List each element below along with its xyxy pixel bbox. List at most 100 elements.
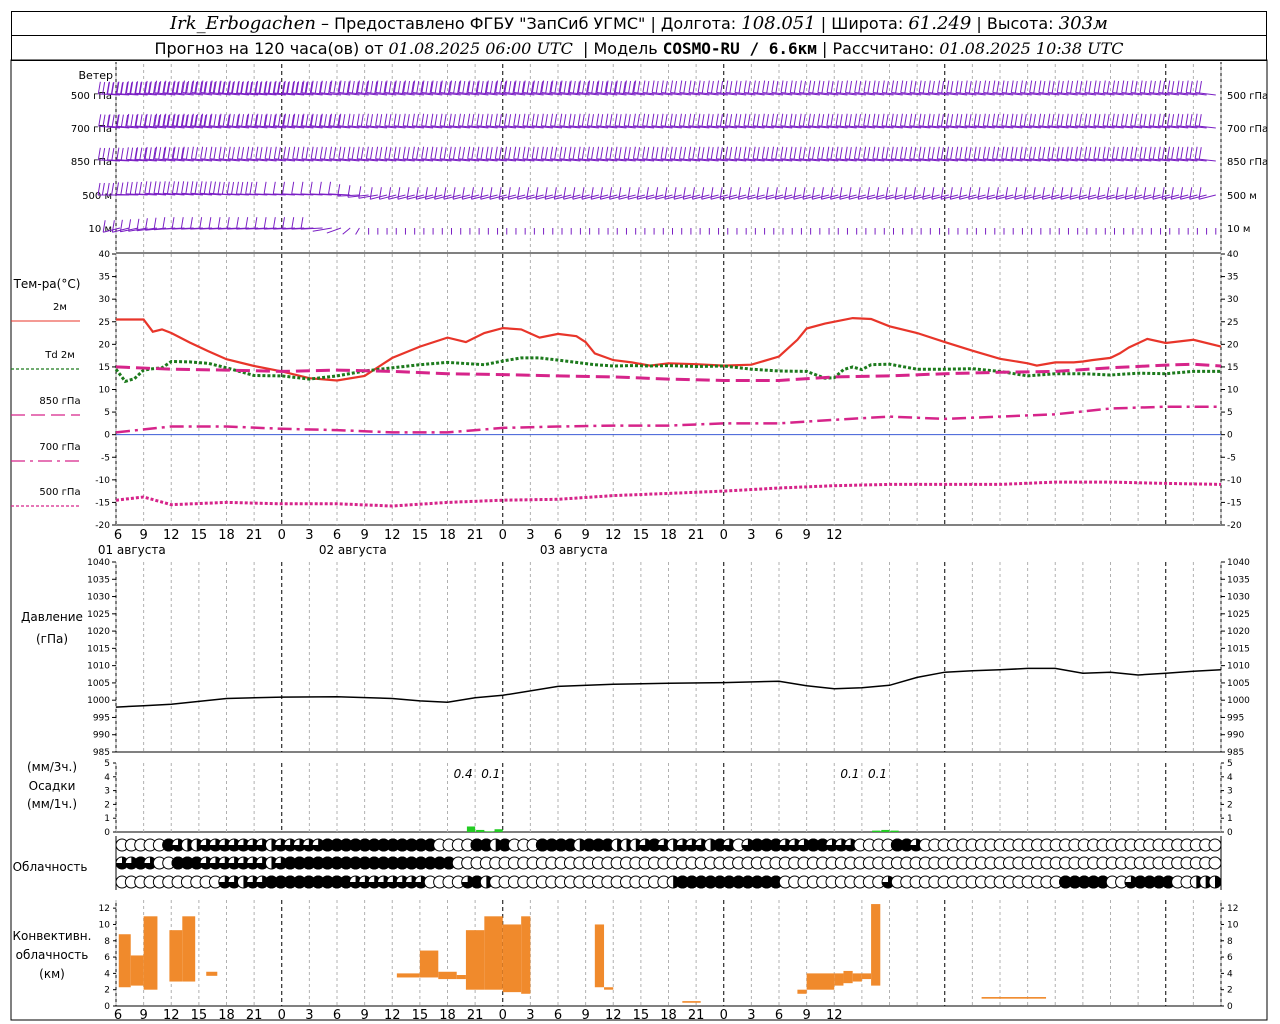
wind-barb-staff bbox=[913, 194, 931, 200]
wind-barb-feather bbox=[885, 80, 889, 94]
wind-barb-feather bbox=[292, 146, 296, 159]
wind-barb-feather bbox=[1194, 113, 1198, 126]
wind-barb-feather bbox=[190, 146, 194, 159]
wind-barb-feather bbox=[922, 80, 926, 94]
wind-barb-feather bbox=[618, 147, 622, 160]
x-hour-label-bottom: 18 bbox=[218, 1008, 235, 1023]
wind-barb bbox=[1194, 113, 1216, 129]
wind-barb-feather bbox=[402, 113, 406, 126]
wind-barb-feather bbox=[771, 80, 775, 93]
wind-barb-staff bbox=[802, 194, 820, 200]
x-hour-label-bottom: 21 bbox=[688, 1008, 705, 1023]
wind-barb-feather bbox=[489, 114, 493, 127]
wind-barb-staff bbox=[848, 194, 866, 200]
wind-barb-feather bbox=[375, 146, 379, 159]
wind-barb-feather bbox=[839, 114, 843, 127]
wind-barb-staff bbox=[563, 194, 581, 200]
wind-barb-feather bbox=[471, 80, 475, 94]
wind-barb-feather bbox=[968, 147, 972, 160]
wind-barb-feather bbox=[706, 80, 710, 93]
wind-barb-feather bbox=[734, 146, 738, 159]
wind-barb-feather bbox=[775, 114, 779, 127]
wind-barb-feather bbox=[1143, 147, 1147, 160]
x-hour-label-bottom: 3 bbox=[526, 1008, 534, 1023]
wind-barb-feather bbox=[167, 147, 171, 160]
wind-barb-feather bbox=[1152, 187, 1156, 200]
wind-barb-feather bbox=[1005, 80, 1009, 94]
wind-barb-feather bbox=[554, 80, 558, 94]
wind-barb-feather bbox=[618, 80, 622, 94]
wind-barb-staff bbox=[1051, 194, 1069, 200]
x-hour-label: 21 bbox=[688, 528, 705, 543]
wind-barb-feather bbox=[853, 146, 857, 159]
wind-barb-feather bbox=[581, 187, 585, 200]
wind-barb-feather bbox=[820, 187, 824, 200]
wind-barb-feather bbox=[881, 146, 885, 159]
wind-barb-feather bbox=[1180, 114, 1184, 127]
wind-barb-feather bbox=[817, 80, 821, 93]
wind-barb-feather bbox=[535, 80, 539, 94]
wind-barb-feather bbox=[508, 80, 512, 94]
wind-barb-feather bbox=[365, 113, 369, 126]
wind-barb-staff bbox=[1042, 194, 1060, 200]
wind-barb-feather bbox=[771, 146, 775, 159]
wind-barb-feather bbox=[937, 80, 941, 93]
wind-barb-feather bbox=[761, 113, 765, 126]
wind-barb-feather bbox=[471, 114, 475, 127]
wind-barb-feather bbox=[226, 217, 230, 230]
wind-barb-feather bbox=[1161, 187, 1165, 200]
wind-barb-feather bbox=[185, 181, 189, 194]
wind-barb-feather bbox=[416, 147, 420, 160]
wind-barb-feather bbox=[416, 80, 420, 94]
wind-barb-feather bbox=[513, 146, 517, 159]
wind-barb-feather bbox=[360, 147, 364, 160]
wind-barb-feather bbox=[125, 147, 129, 160]
wind-barb-feather bbox=[747, 187, 751, 200]
wind-barb-feather bbox=[922, 187, 926, 200]
wind-barb-feather bbox=[263, 217, 267, 230]
wind-barb-feather bbox=[240, 182, 244, 195]
x-hour-label: 18 bbox=[218, 528, 235, 543]
x-hour-label: 6 bbox=[114, 528, 122, 543]
wind-barb-staff bbox=[388, 194, 406, 200]
conv-tick-label-left: 6 bbox=[104, 953, 110, 963]
date-label: 01 августа bbox=[98, 543, 166, 557]
wind-barb-feather bbox=[683, 114, 687, 127]
wind-barb-feather bbox=[1033, 147, 1036, 160]
wind-barb-feather bbox=[1019, 113, 1023, 126]
temp-tick-label-right: 25 bbox=[1227, 318, 1238, 328]
precip-tick-label-right: 2 bbox=[1227, 800, 1233, 810]
wind-barb-feather bbox=[1152, 114, 1156, 127]
wind-barb-feather bbox=[913, 147, 917, 160]
wind-barb-feather bbox=[959, 187, 963, 200]
wind-barb-feather bbox=[1111, 146, 1115, 159]
wind-barb-feather bbox=[872, 113, 876, 126]
wind-barb-feather bbox=[627, 147, 631, 160]
wind-barb-feather bbox=[835, 146, 839, 159]
wind-barb-feather bbox=[291, 181, 295, 194]
wind-barb-feather bbox=[499, 80, 503, 94]
wind-barb-feather bbox=[1047, 113, 1051, 126]
x-hour-label-bottom: 9 bbox=[139, 1008, 147, 1023]
wind-barb-feather bbox=[480, 114, 484, 127]
wind-barb-feather bbox=[743, 80, 747, 93]
conv-tick-label-left: 8 bbox=[104, 937, 110, 947]
conv-tick-label-left: 10 bbox=[99, 920, 111, 930]
wind-barb-staff bbox=[664, 194, 682, 200]
wind-barb-feather bbox=[894, 187, 898, 200]
wind-barb-feather bbox=[287, 114, 291, 127]
wind-barb-staff bbox=[701, 194, 719, 200]
wind-barb-feather bbox=[111, 220, 115, 233]
wind-barb-staff bbox=[618, 194, 636, 200]
wind-barb-staff bbox=[885, 194, 903, 200]
wind-barb-feather bbox=[498, 114, 502, 127]
x-hour-label-bottom: 18 bbox=[660, 1008, 677, 1023]
wind-barb-feather bbox=[489, 80, 493, 94]
wind-barb-feather bbox=[236, 146, 240, 159]
wind-barb-feather bbox=[738, 147, 742, 160]
pressure-tick-label-right: 1020 bbox=[1227, 627, 1250, 637]
wind-barb-feather bbox=[719, 187, 723, 200]
wind-barb-feather bbox=[586, 146, 590, 159]
wind-barb-feather bbox=[890, 146, 894, 159]
x-hour-label-bottom: 6 bbox=[775, 1008, 783, 1023]
